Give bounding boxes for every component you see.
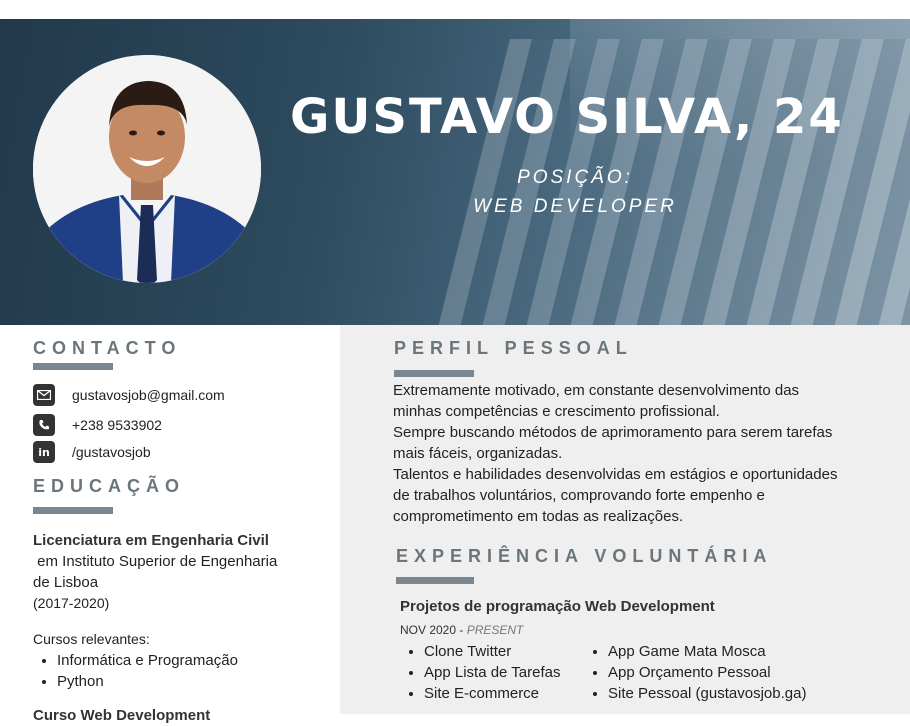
contact-linkedin[interactable]: in /gustavosjob [33,441,151,463]
courses-block: Cursos relevantes: Informática e Program… [33,629,333,692]
course-item: Python [57,671,333,692]
profile-text: Extremamente motivado, em constante dese… [393,380,903,527]
contact-phone[interactable]: +238 9533902 [33,414,162,436]
courses-list: Informática e Programação Python [33,650,333,692]
email-text: gustavosjob@gmail.com [72,387,225,403]
project-item: App Game Mata Mosca [608,641,904,662]
education-title-underline [33,507,113,514]
phone-text: +238 9533902 [72,417,162,433]
profile-line: minhas competências e crescimento profis… [393,403,720,420]
institution-line-1: em Instituto Superior de Engenharia [33,553,278,570]
project-item: Site E-commerce [424,683,590,704]
candidate-name: GUSTAVO SILVA, 24 [290,89,844,145]
profile-section-title: PERFIL PESSOAL [394,338,633,358]
project-date: NOV 2020 - PRESENT [400,623,523,637]
header-banner: GUSTAVO SILVA, 24 POSIÇÃO: WEB DEVELOPER [0,19,910,325]
volunteer-section-title: EXPERIÊNCIA VOLUNTÁRIA [396,546,773,566]
contact-title-underline [33,363,113,370]
profile-photo [33,55,261,283]
project-date-start: NOV 2020 - [400,623,467,637]
phone-icon [33,414,55,436]
education-period: (2017-2020) [33,595,110,611]
project-item: Clone Twitter [424,641,590,662]
next-education-item: Curso Web Development [33,707,211,724]
institution-line-2: de Lisboa [33,574,99,591]
email-icon [33,384,55,406]
profile-line: de trabalhos voluntários, comprovando fo… [393,487,765,504]
profile-line: Sempre buscando métodos de aprimoramento… [393,424,833,441]
volunteer-title-underline [396,577,474,584]
course-item: Informática e Programação [57,650,333,671]
profile-title-underline [394,370,474,377]
profile-line: comprometimento em todas as realizações. [393,508,684,525]
position-value: WEB DEVELOPER [473,196,677,217]
courses-title: Cursos relevantes: [33,631,150,647]
project-item: Site Pessoal (gustavosjob.ga) [608,683,904,704]
education-section-title: EDUCAÇÃO [33,476,186,496]
project-list-col2: App Game Mata Mosca App Orçamento Pessoa… [584,641,904,704]
profile-line: mais fáceis, organizadas. [393,445,563,462]
project-date-end: PRESENT [466,623,524,637]
education-entry: Licenciatura em Engenharia Civil em Inst… [33,530,333,614]
contact-email[interactable]: gustavosjob@gmail.com [33,384,225,406]
project-item: App Orçamento Pessoal [608,662,904,683]
position-label: POSIÇÃO: [517,167,633,188]
project-list-col1: Clone Twitter App Lista de Tarefas Site … [400,641,590,704]
project-title: Projetos de programação Web Development [400,598,715,615]
profile-line: Talentos e habilidades desenvolvidas em … [393,466,838,483]
project-item: App Lista de Tarefas [424,662,590,683]
linkedin-icon: in [33,441,55,463]
contact-section-title: CONTACTO [33,338,182,358]
profile-line: Extremamente motivado, em constante dese… [393,382,800,399]
linkedin-text: /gustavosjob [72,444,151,460]
degree-title: Licenciatura em Engenharia Civil [33,532,269,549]
